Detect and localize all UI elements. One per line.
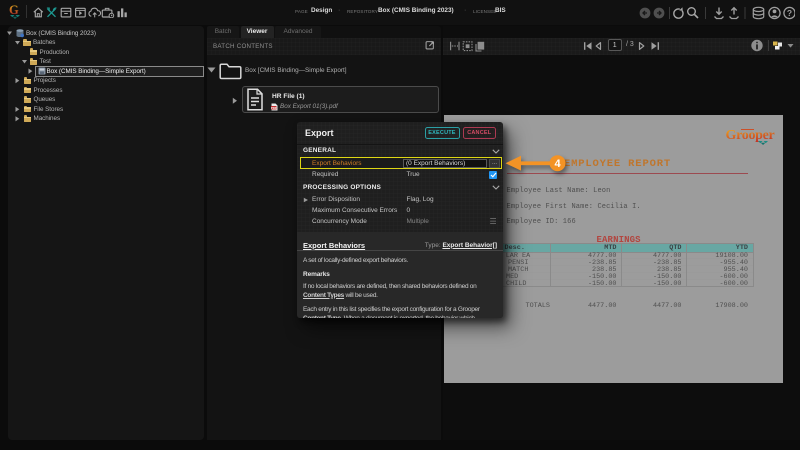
svg-text:4: 4 bbox=[554, 158, 561, 170]
